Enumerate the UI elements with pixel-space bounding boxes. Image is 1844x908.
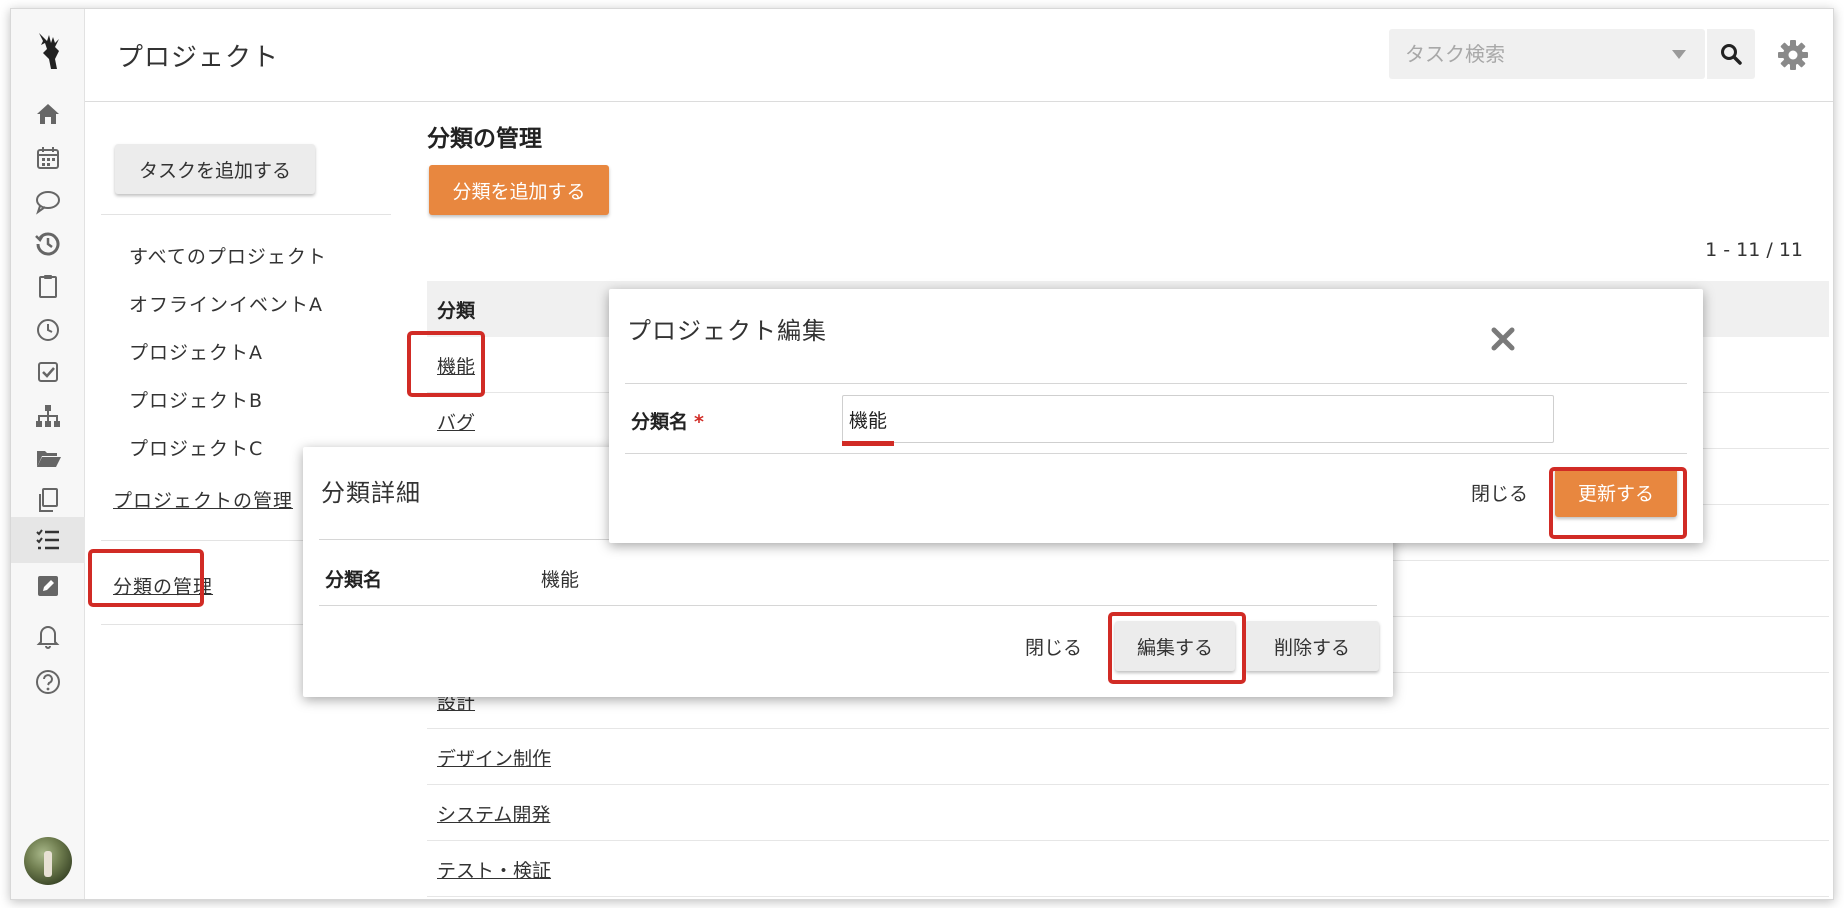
project-edit-modal: プロジェクト編集 分類名* 閉じる 更新する xyxy=(609,289,1703,543)
table-row: テスト・検証 xyxy=(427,841,1829,897)
add-task-button[interactable]: タスクを追加する xyxy=(115,144,315,194)
calendar-icon[interactable] xyxy=(33,143,63,173)
home-icon[interactable] xyxy=(33,99,63,129)
app-window: プロジェクト タスクを追加する すべてのプロジェ xyxy=(10,8,1834,900)
modal-title: 分類詳細 xyxy=(321,479,421,507)
field-label: 分類名 xyxy=(325,569,383,591)
folder-open-icon[interactable] xyxy=(33,443,63,473)
sidebar-item-project-a[interactable]: プロジェクトA xyxy=(129,338,263,365)
org-chart-icon[interactable] xyxy=(33,401,63,431)
sidebar-item-offline-event-a[interactable]: オフラインイベントA xyxy=(129,290,323,317)
checkbox-icon[interactable] xyxy=(33,357,63,387)
highlight-update-button xyxy=(1549,467,1687,539)
avatar[interactable] xyxy=(24,837,72,885)
column-header-category: 分類 xyxy=(437,300,476,322)
modal-title: プロジェクト編集 xyxy=(627,317,827,345)
search-button[interactable] xyxy=(1705,29,1755,79)
sidebar-item-all-projects[interactable]: すべてのプロジェクト xyxy=(129,242,327,269)
edit-square-icon[interactable] xyxy=(33,571,63,601)
table-row: システム開発 xyxy=(427,785,1829,841)
category-link[interactable]: バグ xyxy=(437,408,475,435)
task-list-icon[interactable] xyxy=(11,517,85,563)
category-link[interactable]: デザイン制作 xyxy=(437,744,551,771)
field-label: 分類名 * xyxy=(631,411,704,433)
top-bar: プロジェクト xyxy=(85,9,1833,102)
divider xyxy=(319,605,1377,606)
help-icon[interactable] xyxy=(33,667,63,697)
icon-rail xyxy=(11,9,85,899)
page-title: プロジェクト xyxy=(117,43,280,73)
pagination-info: 1 - 11 / 11 xyxy=(1705,239,1803,261)
chevron-down-icon[interactable] xyxy=(1672,50,1686,59)
add-category-button[interactable]: 分類を追加する xyxy=(429,165,609,215)
delete-button[interactable]: 削除する xyxy=(1245,621,1379,671)
input-underline-annotation xyxy=(842,441,894,446)
highlight-edit-button xyxy=(1108,612,1246,684)
chat-bubble-icon[interactable] xyxy=(33,187,63,217)
divider xyxy=(625,453,1687,454)
clipboard-icon[interactable] xyxy=(33,271,63,301)
search-icon xyxy=(1721,44,1742,65)
deer-logo-icon[interactable] xyxy=(29,29,69,73)
highlight-category-row xyxy=(407,331,485,397)
field-value: 機能 xyxy=(541,569,580,591)
divider xyxy=(101,214,391,215)
manage-projects-link[interactable]: プロジェクトの管理 xyxy=(113,486,293,513)
bell-icon[interactable] xyxy=(33,621,63,651)
highlight-manage-categories xyxy=(88,549,204,607)
copy-icon[interactable] xyxy=(33,485,63,515)
close-icon[interactable] xyxy=(1489,325,1517,353)
search-box[interactable] xyxy=(1389,29,1705,79)
close-button[interactable]: 閉じる xyxy=(1025,633,1082,660)
search-input[interactable] xyxy=(1389,29,1659,79)
category-name-input[interactable] xyxy=(842,395,1554,443)
history-icon[interactable] xyxy=(33,229,63,259)
table-row: デザイン制作 xyxy=(427,729,1829,785)
gear-icon[interactable] xyxy=(1777,39,1809,71)
section-title: 分類の管理 xyxy=(427,126,542,152)
sidebar-item-project-b[interactable]: プロジェクトB xyxy=(129,386,263,413)
required-mark: * xyxy=(694,411,704,433)
clock-icon[interactable] xyxy=(33,315,63,345)
divider xyxy=(625,383,1687,384)
close-button[interactable]: 閉じる xyxy=(1471,479,1528,506)
category-link[interactable]: テスト・検証 xyxy=(437,856,551,883)
category-link[interactable]: システム開発 xyxy=(437,800,550,827)
sidebar-item-project-c[interactable]: プロジェクトC xyxy=(129,434,263,461)
